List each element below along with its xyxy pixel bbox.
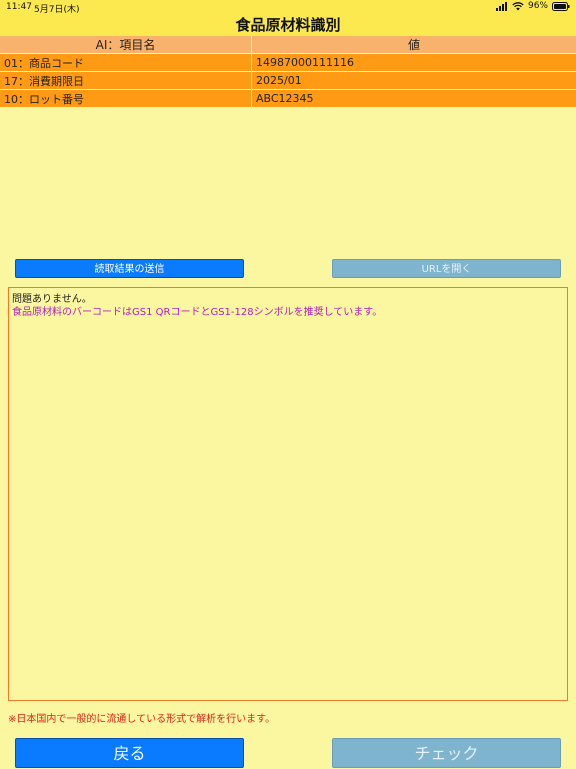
footnote: ※日本国内で一般的に流通している形式で解析を行います。 (8, 710, 275, 725)
table-cell-value: 2025/01 (252, 72, 576, 90)
result-recommendation-text: 食品原材料のバーコードはGS1 QRコードとGS1-128シンボルを推奨していま… (12, 306, 564, 319)
result-textarea[interactable]: 問題ありません。 食品原材料のバーコードはGS1 QRコードとGS1-128シン… (8, 287, 568, 701)
table-cell-item: 01：商品コード (0, 54, 252, 72)
table-cell-item: 17：消費期限日 (0, 72, 252, 90)
table-row: 10：ロット番号 ABC12345 (0, 90, 576, 108)
signal-icon (496, 2, 508, 11)
open-url-button[interactable]: URLを開く (332, 259, 561, 278)
table-header-row: AI：項目名 値 (0, 36, 576, 54)
header-ai-item: AI：項目名 (0, 36, 252, 54)
ai-table: AI：項目名 値 01：商品コード 14987000111116 17：消費期限… (0, 36, 576, 107)
table-cell-item: 10：ロット番号 (0, 90, 252, 108)
table-row: 17：消費期限日 2025/01 (0, 72, 576, 90)
status-time: 11:47 (6, 2, 32, 12)
table-cell-value: 14987000111116 (252, 54, 576, 72)
battery-icon (552, 2, 570, 11)
table-cell-value: ABC12345 (252, 90, 576, 108)
result-status-text: 問題ありません。 (12, 293, 564, 306)
header-value: 値 (252, 36, 576, 54)
status-bar: 11:47 5月7日(木) 96% (0, 0, 576, 14)
table-row: 01：商品コード 14987000111116 (0, 54, 576, 72)
status-icons: 96% (496, 1, 570, 11)
check-button[interactable]: チェック (332, 738, 561, 768)
back-button[interactable]: 戻る (15, 738, 244, 768)
page-title: 食品原材料識別 (0, 14, 576, 36)
battery-percent: 96% (528, 1, 548, 11)
send-results-button[interactable]: 読取結果の送信 (15, 259, 244, 278)
wifi-icon (512, 2, 524, 11)
